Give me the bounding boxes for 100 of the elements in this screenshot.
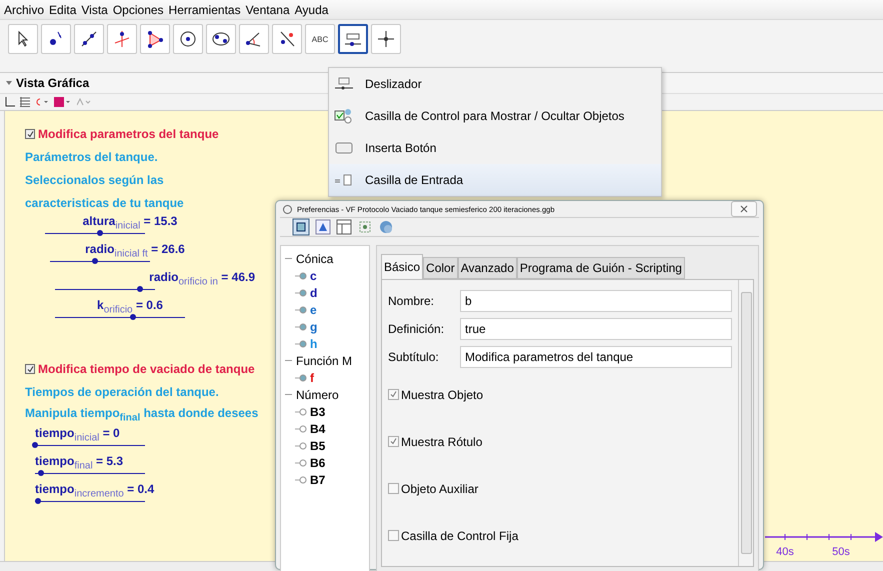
slider-thumb[interactable] — [137, 286, 143, 292]
grid-icon[interactable] — [20, 97, 30, 107]
tree-item[interactable]: c — [310, 268, 317, 282]
checkbox-label: Modifica tiempo de vaciado de tanque — [38, 362, 255, 376]
show-checkbox[interactable] — [25, 364, 35, 374]
tick-label: 40s — [776, 546, 794, 558]
menu-item[interactable]: Opciones — [112, 2, 164, 16]
circle-icon — [178, 29, 198, 49]
menu-option[interactable]: Deslizador — [329, 68, 661, 100]
object-icon — [295, 272, 307, 280]
color-picker-icon[interactable] — [54, 97, 72, 107]
tree-item[interactable]: B6 — [310, 456, 326, 470]
object-icon — [295, 288, 307, 296]
line-icon — [79, 29, 99, 49]
checkbox[interactable] — [388, 436, 399, 447]
checkbox[interactable] — [388, 389, 399, 400]
checkbox-label: Muestra Rótulo — [401, 434, 482, 448]
layout-icon[interactable] — [336, 219, 352, 235]
tree-group[interactable]: Número — [296, 388, 339, 402]
slider-label: radio$_{inicial ft}$ = 26.6 — [85, 242, 185, 260]
polygon-icon — [145, 29, 165, 49]
tab[interactable]: Avanzado — [458, 257, 517, 279]
tree-group[interactable]: Cónica — [296, 252, 334, 266]
show-checkbox[interactable] — [25, 129, 35, 139]
slider-thumb[interactable] — [130, 314, 136, 320]
graphics-icon[interactable] — [315, 219, 331, 235]
scrollbar[interactable] — [738, 280, 753, 566]
object-icon — [295, 458, 307, 466]
checkbox-label: Casilla de Control Fija — [401, 528, 518, 542]
checkbox[interactable] — [388, 483, 399, 494]
collapse-icon[interactable] — [6, 81, 12, 85]
object-icon — [295, 408, 307, 416]
tree-item[interactable]: d — [310, 286, 318, 300]
menu-item[interactable]: Vista — [81, 2, 108, 16]
tree-group[interactable]: Función M — [296, 354, 352, 368]
info-text: Tiempos de operación del tanque. — [25, 384, 219, 400]
collapse-icon[interactable] — [285, 357, 292, 364]
slider-label: tiempo$_{inicial}$ = 0 — [35, 426, 120, 444]
close-icon — [740, 205, 748, 213]
tree-item[interactable]: B7 — [310, 472, 326, 486]
tree-item[interactable]: B4 — [310, 422, 326, 436]
close-button[interactable] — [731, 201, 757, 217]
menu-option[interactable]: Casilla de Control para Mostrar / Ocultar Objetos — [329, 100, 661, 132]
tree-item[interactable]: B3 — [310, 404, 326, 418]
info-text: caracteristicas de tu tanque — [25, 194, 184, 212]
object-icon — [295, 476, 307, 484]
object-icon — [295, 424, 307, 432]
tab[interactable]: Básico — [381, 254, 424, 279]
checkbox-label: Muestra Objeto — [401, 388, 484, 402]
menu-item[interactable]: Archivo — [4, 2, 44, 16]
info-text: Seleccionalos según las — [25, 172, 164, 188]
menu-option[interactable]: Casilla de Entrada — [329, 164, 661, 196]
object-icon — [295, 340, 307, 348]
axes-icon[interactable] — [5, 97, 15, 107]
collapse-icon[interactable] — [285, 391, 292, 398]
tool-button[interactable] — [338, 24, 368, 54]
info-text: Manipula tiempo$_{final}$ hasta donde desees — [25, 404, 258, 426]
menu-option[interactable]: Inserta Botón — [329, 132, 661, 164]
slider-thumb[interactable] — [92, 258, 98, 264]
tab[interactable]: Programa de Guión - Scripting — [516, 257, 685, 279]
field-label: Definición: — [388, 322, 446, 336]
perpendicular-icon — [112, 29, 132, 49]
defaults-icon[interactable] — [357, 219, 373, 235]
menu-item[interactable]: Ventana — [246, 2, 290, 16]
info-text: Parámetros del tanque. — [25, 148, 158, 166]
tree-item[interactable]: g — [310, 320, 318, 334]
menu-item[interactable]: Ayuda — [294, 2, 328, 16]
text-field[interactable]: Modifica parametros del tanque — [460, 346, 732, 368]
tree-item[interactable]: e — [310, 302, 317, 316]
object-icon — [295, 374, 307, 382]
slider-thumb[interactable] — [35, 498, 42, 504]
text-field[interactable]: b — [460, 290, 732, 312]
field-label: Subtítulo: — [388, 350, 440, 364]
checkbox-label: Modifica parametros del tanque — [38, 127, 219, 141]
object-icon — [295, 322, 307, 330]
object-icon — [295, 306, 307, 314]
tab[interactable]: Color — [423, 257, 458, 279]
checkbox[interactable] — [388, 530, 399, 541]
slider-label: radio$_{orificio in}$ = 46.9 — [149, 270, 255, 288]
collapse-icon[interactable] — [285, 255, 292, 262]
tick-label: 50s — [832, 546, 850, 558]
menu-item[interactable]: Herramientas — [168, 2, 241, 16]
slider-thumb[interactable] — [97, 230, 103, 236]
slider-thumb[interactable] — [38, 470, 44, 476]
tool-button[interactable]: ABC — [305, 24, 335, 54]
slider-label: altura$_{inicial}$ = 15.3 — [82, 214, 178, 232]
object-icon — [295, 442, 307, 450]
slider-label: tiempo$_{incremento}$ = 0.4 — [35, 482, 154, 500]
tree-item[interactable]: f — [310, 370, 314, 384]
text-field[interactable]: true — [460, 318, 732, 340]
tree-item[interactable]: B5 — [310, 438, 326, 452]
tree-item[interactable]: h — [310, 336, 318, 350]
view-title: Vista Gráfica — [16, 76, 90, 90]
checkbox-label: Objeto Auxiliar — [401, 482, 478, 496]
objects-icon[interactable] — [292, 218, 310, 236]
label-style-icon[interactable] — [35, 97, 49, 107]
slider-label: k$_{orificio}$ = 0.6 — [97, 298, 163, 316]
slider-thumb[interactable] — [32, 442, 38, 448]
move-cross-icon — [376, 29, 396, 49]
menu-item[interactable]: Edita — [49, 2, 76, 16]
